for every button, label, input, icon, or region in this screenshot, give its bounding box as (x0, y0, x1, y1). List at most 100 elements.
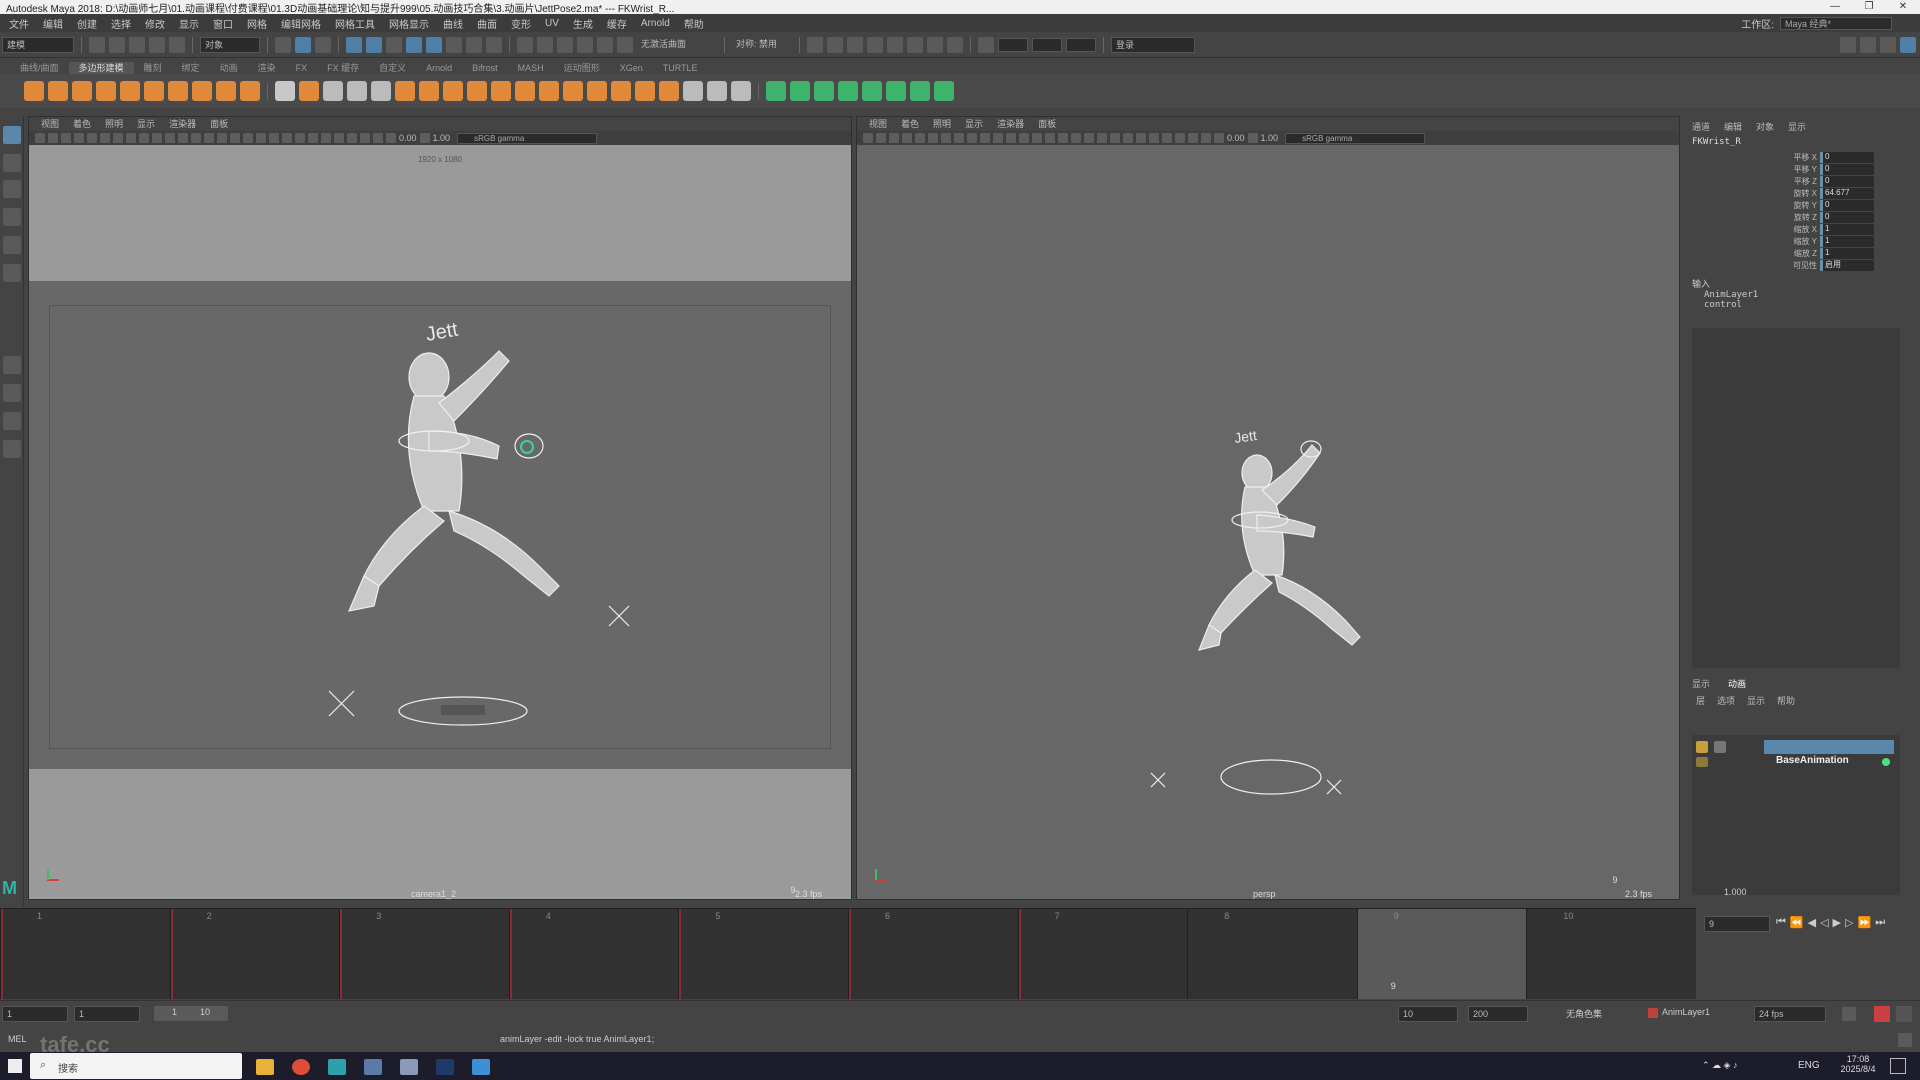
shelf-tool-icon[interactable] (72, 81, 92, 101)
menu-item[interactable]: Arnold (634, 18, 677, 29)
character-jett-camera[interactable]: Jett (29, 281, 851, 769)
fps-dropdown[interactable]: 24 fps (1754, 1006, 1826, 1022)
rotate-tool-icon[interactable] (3, 236, 21, 254)
light-editor-icon[interactable] (927, 36, 943, 53)
shelf-tool-icon[interactable] (275, 81, 295, 101)
maximize-button[interactable]: ❐ (1852, 0, 1886, 14)
menu-item[interactable]: 编辑网格 (274, 16, 328, 31)
select-hierarchy-icon[interactable] (275, 36, 291, 53)
taskbar-search-box[interactable]: ⌕ 搜索 (30, 1053, 242, 1079)
layer-menu-show[interactable]: 显示 (1747, 694, 1765, 707)
shelf-tool-icon[interactable] (24, 81, 44, 101)
channel-box-tab[interactable]: 对象 (1756, 120, 1774, 133)
menu-item[interactable]: 窗口 (206, 16, 240, 31)
timeline-frame[interactable]: 8 (1187, 909, 1357, 999)
scale-tool-icon[interactable] (3, 264, 21, 282)
save-scene-icon[interactable] (129, 36, 145, 53)
notepad-taskbar-icon[interactable] (400, 1059, 418, 1075)
menu-item[interactable]: 显示 (172, 16, 206, 31)
menu-item[interactable]: 选择 (104, 16, 138, 31)
gamma-field[interactable]: 1.00 (1261, 133, 1279, 143)
exposure-field[interactable]: 0.00 (399, 133, 417, 143)
shelf-tool-icon[interactable] (838, 81, 858, 101)
tab-anim-layers[interactable]: 动画 (1728, 677, 1746, 690)
channel-value[interactable]: 0 (1820, 199, 1874, 211)
hypershade-icon[interactable] (887, 36, 903, 53)
shelf-tool-icon[interactable] (395, 81, 415, 101)
two-pane-icon[interactable] (3, 412, 21, 430)
shelf-tool-icon[interactable] (910, 81, 930, 101)
selection-mode-dropdown[interactable]: 对象 (200, 36, 260, 53)
vp-menu-lighting[interactable]: 照明 (927, 117, 957, 131)
snap-surface-icon[interactable] (597, 36, 613, 53)
shelf-tab[interactable]: 运动图形 (554, 62, 610, 74)
shelf-tool-icon[interactable] (419, 81, 439, 101)
time-slider[interactable]: 1 2 3 4 5 6 7 8 9 10 9 (0, 908, 1696, 999)
channel-row[interactable]: 平移 Y0 (1760, 163, 1904, 175)
shelf-tool-icon[interactable] (790, 81, 810, 101)
playback-start-field[interactable]: 1 (74, 1006, 140, 1022)
script-editor-icon[interactable] (1898, 1033, 1912, 1047)
workspace-dropdown[interactable]: Maya 经典* (1780, 17, 1892, 30)
minimize-button[interactable]: — (1818, 0, 1852, 14)
channel-box-icon[interactable] (1900, 36, 1916, 53)
channel-box-tab[interactable]: 编辑 (1724, 120, 1742, 133)
select-by-curve-icon[interactable] (386, 36, 402, 53)
shelf-tool-icon[interactable] (371, 81, 391, 101)
shelf-tool-icon[interactable] (491, 81, 511, 101)
anim-layer-dropdown[interactable]: AnimLayer1 (1662, 1007, 1710, 1017)
z-field[interactable] (1066, 37, 1096, 52)
playblast-icon[interactable] (947, 36, 963, 53)
shelf-tool-icon[interactable] (731, 81, 751, 101)
colorspace-dropdown[interactable]: sRGB gamma (457, 132, 598, 144)
auto-key-icon[interactable] (1874, 1006, 1890, 1022)
play-forward-icon[interactable]: ▶ (1833, 916, 1841, 929)
channel-row[interactable]: 平移 X0 (1760, 151, 1904, 163)
shelf-tool-icon[interactable] (96, 81, 116, 101)
menu-item[interactable]: 创建 (70, 16, 104, 31)
channel-value[interactable]: 启用 (1820, 259, 1874, 271)
character-set-dropdown[interactable]: 无角色集 (1566, 1007, 1602, 1020)
play-backward-icon[interactable]: ◁ (1820, 916, 1828, 929)
snap-plane-icon[interactable] (577, 36, 593, 53)
tool-settings-icon[interactable] (1880, 36, 1896, 53)
symmetry-dropdown[interactable]: 对称: 禁用 (732, 37, 792, 53)
shelf-tab[interactable]: 绑定 (172, 62, 210, 74)
viewport-camera[interactable]: 视图 着色 照明 显示 渲染器 面板 0.00 1.00 sRGB gamma … (28, 116, 852, 900)
shelf-tool-icon[interactable] (635, 81, 655, 101)
exposure-field[interactable]: 0.00 (1227, 133, 1245, 143)
start-time-field[interactable]: 1 (2, 1006, 68, 1022)
menu-item[interactable]: 变形 (504, 16, 538, 31)
menu-item[interactable]: 缓存 (600, 16, 634, 31)
shelf-tool-icon[interactable] (659, 81, 679, 101)
login-dropdown[interactable]: 登录 (1111, 36, 1195, 53)
menu-item[interactable]: 曲线 (436, 16, 470, 31)
playback-end-field[interactable]: 10 (1398, 1006, 1458, 1022)
menu-item[interactable]: 生成 (566, 16, 600, 31)
shelf-tool-icon[interactable] (934, 81, 954, 101)
current-frame-field[interactable]: 9 (1704, 916, 1770, 932)
timeline-frame[interactable]: 9 (1356, 909, 1527, 999)
input-language[interactable]: ENG (1798, 1060, 1820, 1071)
vp-menu-renderer[interactable]: 渲染器 (163, 117, 202, 131)
redo-icon[interactable] (169, 36, 185, 53)
taskbar-clock[interactable]: 17:08 2025/8/4 (1834, 1054, 1882, 1074)
render-frame-icon[interactable] (827, 36, 843, 53)
menu-item[interactable]: 编辑 (36, 16, 70, 31)
vp-menu-lighting[interactable]: 照明 (99, 117, 129, 131)
lasso-tool-icon[interactable] (3, 154, 21, 172)
notification-icon[interactable] (1890, 1058, 1906, 1074)
shelf-tab[interactable]: 自定义 (369, 62, 416, 74)
snap-curve-icon[interactable] (537, 36, 553, 53)
open-scene-icon[interactable] (109, 36, 125, 53)
timeline-frame[interactable]: 4 (508, 909, 679, 999)
layer-solo-icon[interactable] (1714, 741, 1726, 753)
layer-menu-layers[interactable]: 层 (1696, 694, 1705, 707)
snap-grid-icon[interactable] (517, 36, 533, 53)
timeline-frame[interactable]: 6 (848, 909, 1018, 999)
select-tool-icon[interactable] (3, 126, 21, 144)
base-animation-layer[interactable]: BaseAnimation (1776, 755, 1849, 766)
preferences-icon[interactable] (1896, 1006, 1912, 1022)
shelf-tab[interactable]: 曲线/曲面 (10, 62, 69, 74)
tray-icons[interactable]: ⌃ ☁ ◈ ♪ (1702, 1060, 1737, 1071)
